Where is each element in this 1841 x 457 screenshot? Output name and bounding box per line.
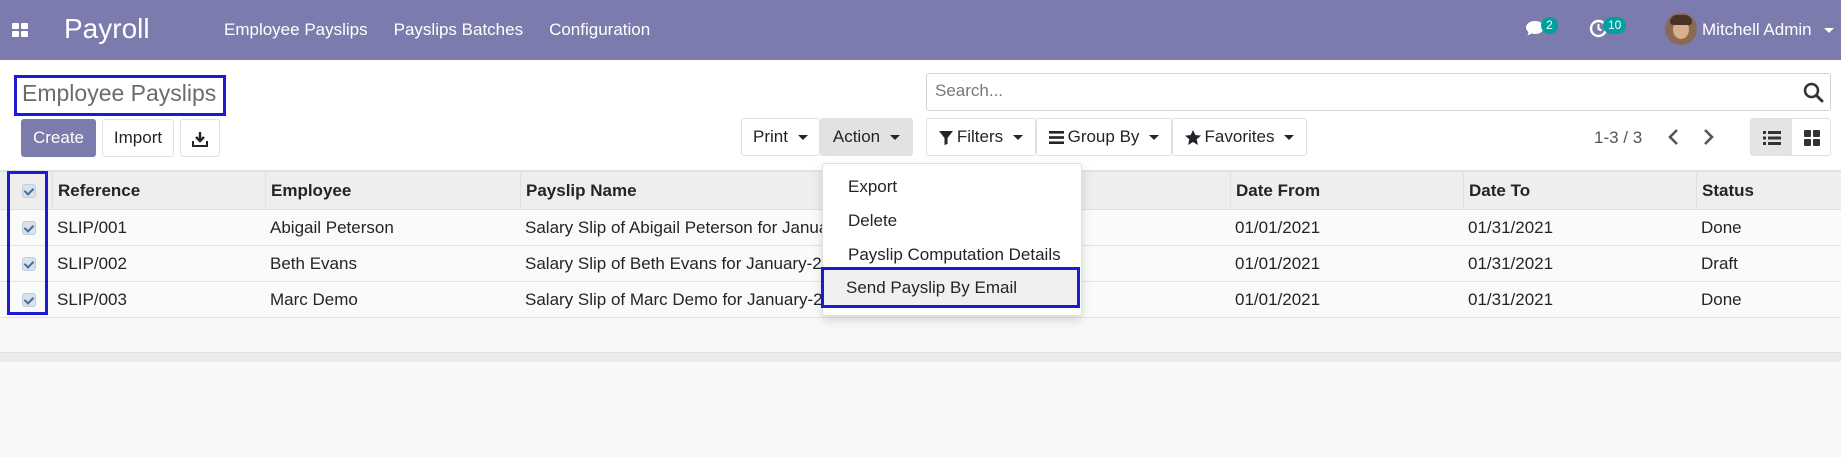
download-icon xyxy=(192,131,208,147)
column-header-date-from[interactable]: Date From xyxy=(1230,172,1463,211)
star-icon xyxy=(1184,130,1201,146)
menu-payslips-batches[interactable]: Payslips Batches xyxy=(394,20,523,40)
filter-icon xyxy=(938,130,953,145)
activity-badge: 10 xyxy=(1603,17,1627,34)
chevron-down-icon xyxy=(890,135,901,141)
column-header-status[interactable]: Status xyxy=(1696,172,1841,211)
action-label: Action xyxy=(832,127,881,146)
top-navbar: Payroll Employee Payslips Payslips Batch… xyxy=(0,0,1841,60)
list-view-button[interactable] xyxy=(1750,118,1792,156)
filters-label: Filters xyxy=(956,127,1004,146)
column-header-employee[interactable]: Employee xyxy=(265,172,520,211)
cell-employee: Abigail Peterson xyxy=(270,218,394,237)
chevron-down-icon xyxy=(1284,135,1295,141)
chevron-down-icon[interactable] xyxy=(1824,28,1834,33)
page-title: Employee Payslips xyxy=(14,75,226,116)
search-bar[interactable] xyxy=(926,73,1831,111)
download-button[interactable] xyxy=(180,119,220,157)
menu-item-export[interactable]: Export xyxy=(823,170,1081,204)
menu-item-label: Send Payslip By Email xyxy=(846,278,1018,297)
favorites-label: Favorites xyxy=(1204,127,1275,146)
filters-button[interactable]: Filters xyxy=(926,118,1036,156)
cell-reference: SLIP/002 xyxy=(57,254,127,273)
action-button[interactable]: Action xyxy=(820,118,913,156)
list-view-icon xyxy=(1763,131,1781,145)
chevron-down-icon xyxy=(1149,135,1160,141)
kanban-view-icon xyxy=(1804,130,1820,146)
menu-item-send-payslip-by-email[interactable]: Send Payslip By Email xyxy=(821,267,1080,308)
cell-reference: SLIP/003 xyxy=(57,290,127,309)
favorites-button[interactable]: Favorites xyxy=(1172,118,1307,156)
cell-reference: SLIP/001 xyxy=(57,218,127,237)
cell-status: Done xyxy=(1701,218,1742,237)
list-footer xyxy=(0,352,1841,362)
checkbox-column-highlight xyxy=(7,171,48,315)
chat-badge: 2 xyxy=(1541,17,1558,34)
cell-date-from: 01/01/2021 xyxy=(1235,218,1321,237)
main-menu: Employee Payslips Payslips Batches Confi… xyxy=(224,20,650,40)
search-input[interactable] xyxy=(935,74,1785,108)
print-button[interactable]: Print xyxy=(741,118,820,156)
cell-date-from: 01/01/2021 xyxy=(1235,290,1321,309)
menu-configuration[interactable]: Configuration xyxy=(549,20,650,40)
pager-value[interactable]: 1-3 / 3 xyxy=(1594,128,1642,148)
cell-date-to: 01/31/2021 xyxy=(1468,254,1554,273)
cell-employee: Marc Demo xyxy=(270,290,358,309)
create-button[interactable]: Create xyxy=(21,119,96,157)
search-icon[interactable] xyxy=(1803,82,1824,103)
cell-date-to: 01/31/2021 xyxy=(1468,290,1554,309)
print-label: Print xyxy=(753,127,788,146)
column-header-reference[interactable]: Reference xyxy=(52,172,265,211)
kanban-view-button[interactable] xyxy=(1791,118,1831,156)
column-header-date-to[interactable]: Date To xyxy=(1463,172,1696,211)
group-by-label: Group By xyxy=(1067,127,1140,146)
apps-icon[interactable] xyxy=(12,23,28,37)
cell-status: Done xyxy=(1701,290,1742,309)
app-title[interactable]: Payroll xyxy=(64,13,150,45)
avatar[interactable] xyxy=(1665,13,1697,45)
import-button[interactable]: Import xyxy=(102,119,174,157)
chevron-down-icon xyxy=(1013,135,1024,141)
group-by-icon xyxy=(1048,131,1064,145)
cell-date-from: 01/01/2021 xyxy=(1235,254,1321,273)
cell-employee: Beth Evans xyxy=(270,254,357,273)
menu-employee-payslips[interactable]: Employee Payslips xyxy=(224,20,368,40)
cell-status: Draft xyxy=(1701,254,1738,273)
chevron-left-icon[interactable] xyxy=(1664,126,1684,148)
menu-item-delete[interactable]: Delete xyxy=(823,204,1081,238)
group-by-button[interactable]: Group By xyxy=(1036,118,1172,156)
cell-date-to: 01/31/2021 xyxy=(1468,218,1554,237)
user-menu-name[interactable]: Mitchell Admin xyxy=(1702,20,1812,40)
chevron-right-icon[interactable] xyxy=(1698,126,1718,148)
chevron-down-icon xyxy=(797,135,808,141)
